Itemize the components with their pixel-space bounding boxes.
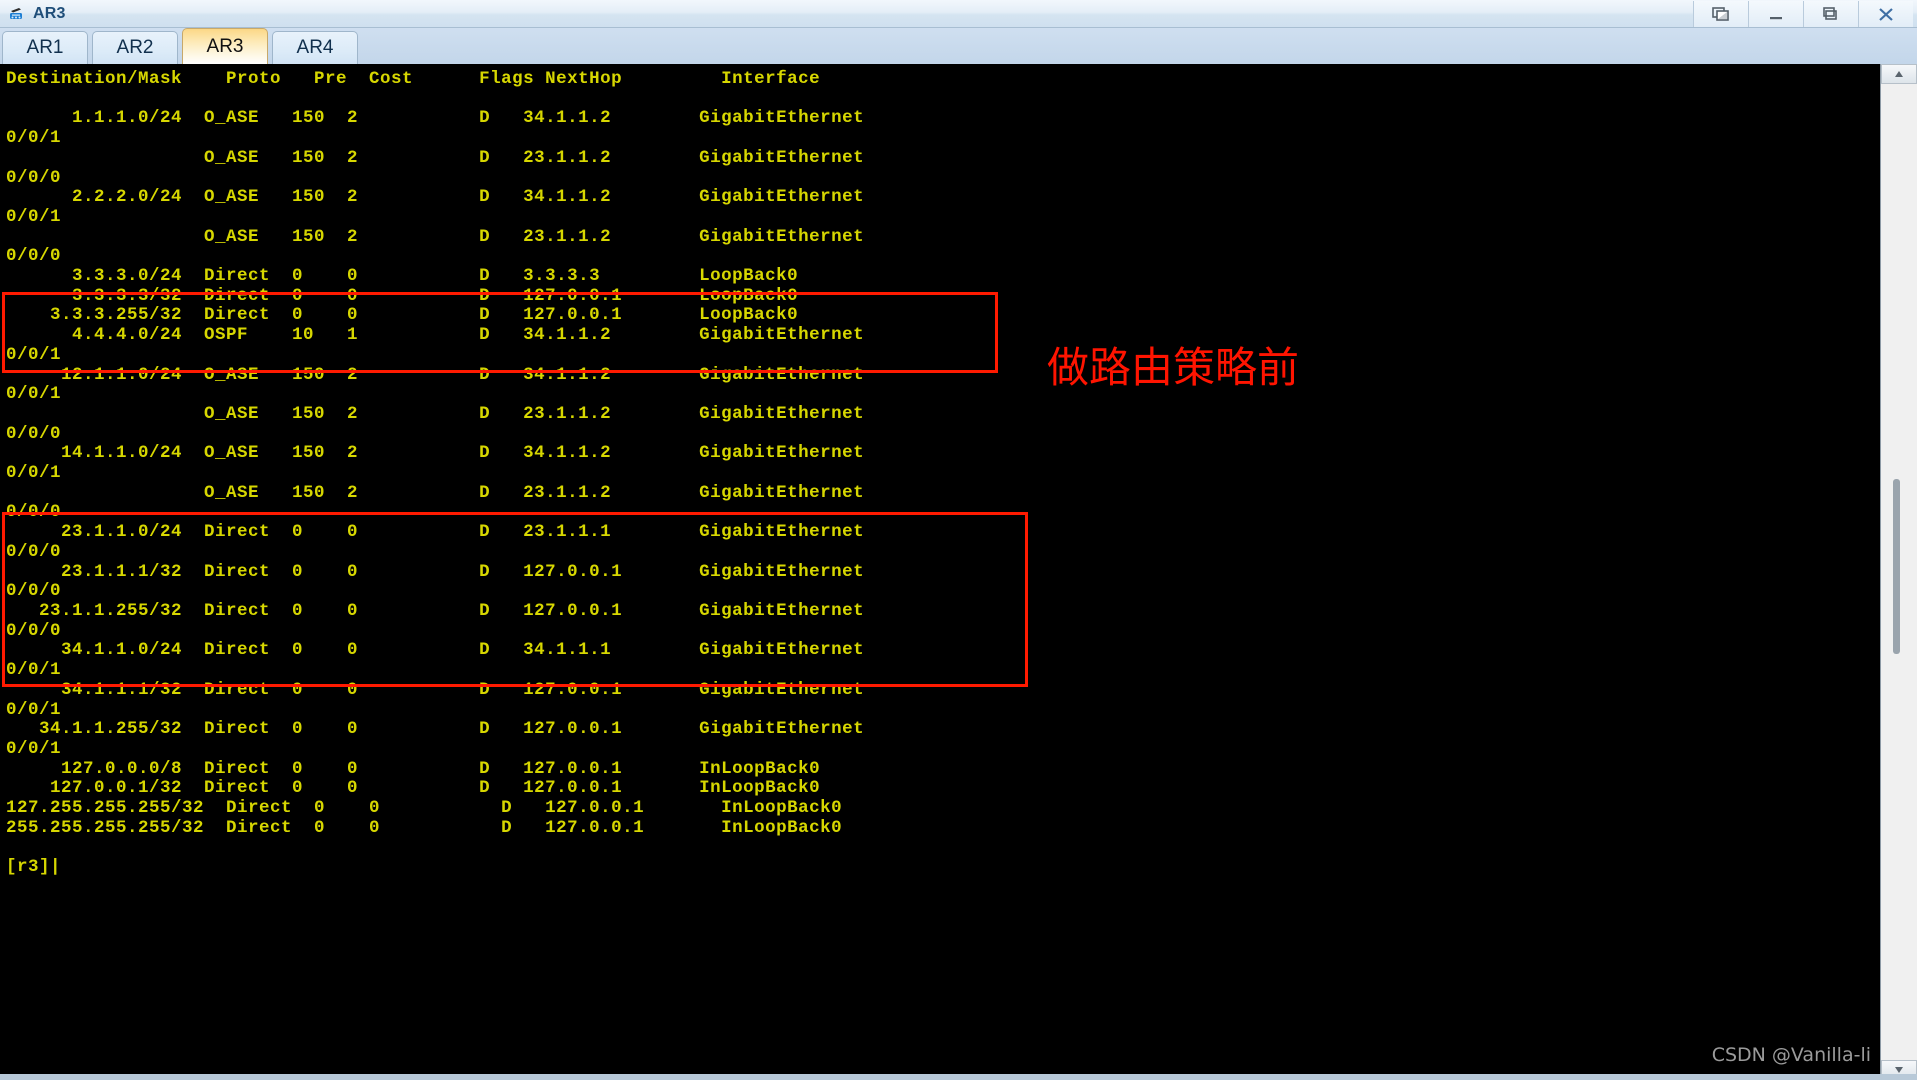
routing-table-output: Destination/Mask Proto Pre Cost Flags Ne… xyxy=(6,69,865,878)
tab-ar2[interactable]: AR2 xyxy=(92,31,178,64)
tab-ar3-label: AR3 xyxy=(206,35,244,57)
window-bottom-strip xyxy=(0,1074,1917,1080)
restore-group-button[interactable] xyxy=(1693,1,1748,27)
tab-ar1[interactable]: AR1 xyxy=(2,31,88,64)
window-titlebar: AR3 xyxy=(0,0,1917,28)
window-title: AR3 xyxy=(33,4,66,22)
router-icon xyxy=(8,5,26,23)
window-controls xyxy=(1693,1,1913,27)
annotation-note: 做路由策略前 xyxy=(1047,343,1300,392)
application-window: AR3 AR1 AR2 AR3 AR4 Destination/Mask Pro… xyxy=(0,0,1917,1080)
close-button[interactable] xyxy=(1858,1,1913,27)
scrollbar-up-arrow-icon[interactable] xyxy=(1881,64,1917,84)
tab-ar4[interactable]: AR4 xyxy=(272,31,358,64)
minimize-button[interactable] xyxy=(1748,1,1803,27)
scrollbar-thumb[interactable] xyxy=(1893,479,1900,654)
terminal-console[interactable]: Destination/Mask Proto Pre Cost Flags Ne… xyxy=(0,64,1917,1080)
maximize-button[interactable] xyxy=(1803,1,1858,27)
tab-ar3[interactable]: AR3 xyxy=(182,28,268,64)
tab-ar1-label: AR1 xyxy=(26,37,64,58)
device-tabbar: AR1 AR2 AR3 AR4 xyxy=(0,28,1917,64)
terminal-text-area[interactable]: Destination/Mask Proto Pre Cost Flags Ne… xyxy=(0,64,1880,1080)
watermark-label: CSDN @Vanilla-li xyxy=(1711,1044,1871,1066)
tab-ar2-label: AR2 xyxy=(116,37,154,58)
terminal-scrollbar[interactable] xyxy=(1880,64,1917,1080)
tab-ar4-label: AR4 xyxy=(296,37,334,58)
titlebar-left-group: AR3 xyxy=(0,5,66,23)
